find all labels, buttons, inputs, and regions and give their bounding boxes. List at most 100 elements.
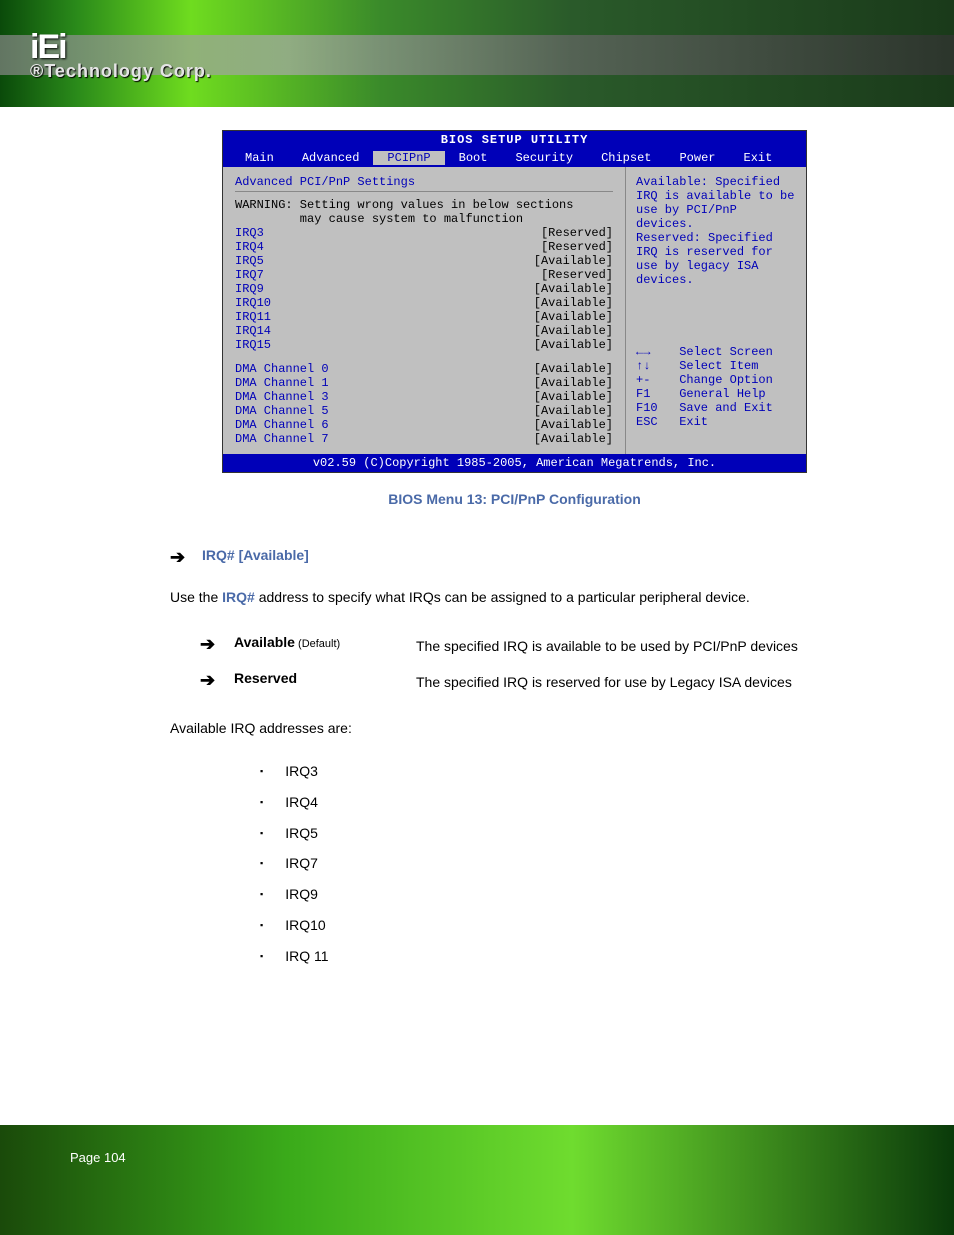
bios-setting-row[interactable]: DMA Channel 6 [Available] — [235, 418, 613, 432]
page-number: Page 104 — [70, 1150, 126, 1165]
bios-menu-item[interactable]: Advanced — [288, 151, 374, 165]
bios-footer: v02.59 (C)Copyright 1985-2005, American … — [223, 454, 806, 472]
section-heading-row: ➔ IRQ# [Available] — [170, 547, 859, 569]
bios-menu-item[interactable]: Power — [665, 151, 729, 165]
bios-body: Advanced PCI/PnP Settings WARNING: Setti… — [223, 167, 806, 454]
bios-setting-row[interactable]: DMA Channel 0 [Available] — [235, 362, 613, 376]
bios-key-hint: ↑↓ Select Item — [636, 359, 796, 373]
bios-key-hint: +- Change Option — [636, 373, 796, 387]
bios-setting-key: IRQ10 — [235, 296, 271, 310]
bios-setting-value: [Available] — [534, 432, 613, 446]
option-keyword: Available — [234, 634, 295, 650]
bios-setting-key: IRQ14 — [235, 324, 271, 338]
bios-setting-value: [Reserved] — [541, 226, 613, 240]
brand-tagline: ®Technology Corp. — [30, 61, 212, 82]
bios-setting-key: IRQ7 — [235, 268, 264, 282]
bios-setting-row[interactable]: IRQ3 [Reserved] — [235, 226, 613, 240]
bios-irq-rows: IRQ3 [Reserved] IRQ4 [Reserved] IRQ5 [Availab… — [235, 226, 613, 352]
irq-list-item: IRQ7 — [260, 848, 859, 879]
bios-setting-key: DMA Channel 6 — [235, 418, 329, 432]
irq-list-item: IRQ9 — [260, 879, 859, 910]
section-heading: IRQ# [Available] — [202, 547, 309, 563]
options-block: ➔ Available (Default) The specified IRQ is… — [200, 632, 859, 696]
body-text-pre: Use the — [170, 589, 222, 605]
bios-setting-key: IRQ11 — [235, 310, 271, 324]
body-text-post: address to specify what IRQs can be assi… — [255, 589, 750, 605]
bios-setting-row[interactable]: IRQ9[Available] — [235, 282, 613, 296]
bios-right-pane: Available: Specified IRQ is available to… — [626, 167, 806, 454]
bios-setting-row[interactable]: DMA Channel 3 [Available] — [235, 390, 613, 404]
arrow-right-icon: ➔ — [200, 634, 222, 656]
bios-setting-row[interactable]: IRQ11 [Available] — [235, 310, 613, 324]
irq-keyword: IRQ# — [222, 589, 255, 605]
irq-bullet-list: IRQ3IRQ4IRQ5IRQ7IRQ9IRQ10IRQ 11 — [260, 756, 859, 972]
bios-setting-row[interactable]: IRQ4 [Reserved] — [235, 240, 613, 254]
bios-setting-row[interactable]: IRQ10 [Available] — [235, 296, 613, 310]
bios-setting-row[interactable]: IRQ7 [Reserved] — [235, 268, 613, 282]
bios-menu-item[interactable]: Exit — [730, 151, 787, 165]
irq-list-item: IRQ10 — [260, 910, 859, 941]
footer-banner — [0, 1125, 954, 1235]
figure-caption: BIOS Menu 13: PCI/PnP Configuration — [170, 491, 859, 507]
bios-menu-item[interactable]: Chipset — [587, 151, 665, 165]
option-description: The specified IRQ is reserved for use by… — [416, 668, 859, 696]
bios-setting-value: [Available] — [534, 310, 613, 324]
bios-setting-value: [Available] — [534, 390, 613, 404]
bios-key-hint: ←→ Select Screen — [636, 345, 796, 359]
bios-setting-row[interactable]: IRQ14[Available] — [235, 324, 613, 338]
option-default-tag: (Default) — [295, 638, 340, 650]
bios-setting-key: DMA Channel 7 — [235, 432, 329, 446]
bios-screenshot: BIOS SETUP UTILITY MainAdvancedPCIPnPBoo… — [222, 130, 807, 473]
bios-spacer — [235, 352, 613, 362]
bios-setting-value: [Available] — [534, 338, 613, 352]
irq-list-item: IRQ 11 — [260, 941, 859, 972]
brand-block: iEi ®Technology Corp. — [30, 28, 212, 82]
irq-list-item: IRQ4 — [260, 787, 859, 818]
bios-setting-value: [Reserved] — [541, 240, 613, 254]
bios-setting-row[interactable]: DMA Channel 5[Available] — [235, 404, 613, 418]
bios-setting-value: [Reserved] — [541, 268, 613, 282]
bios-setting-row[interactable]: DMA Channel 7 [Available] — [235, 432, 613, 446]
bios-setting-value: [Available] — [534, 362, 613, 376]
option-row: ➔ Reserved The specified IRQ is reserved f… — [200, 668, 859, 696]
bios-title: BIOS SETUP UTILITY — [223, 131, 806, 149]
bios-divider — [235, 191, 613, 192]
option-row: ➔ Available (Default) The specified IRQ is… — [200, 632, 859, 660]
irq-list-item: IRQ3 — [260, 756, 859, 787]
bios-setting-key: IRQ3 — [235, 226, 264, 240]
brand-reg: ® — [30, 61, 44, 81]
bios-setting-key: IRQ5 — [235, 254, 264, 268]
bios-key-hint: F1 General Help — [636, 387, 796, 401]
bios-setting-value: [Available] — [534, 296, 613, 310]
option-keyword: Reserved — [234, 670, 297, 686]
bios-setting-key: DMA Channel 0 — [235, 362, 329, 376]
option-description: The specified IRQ is available to be use… — [416, 632, 859, 660]
bios-key-legend: ←→ Select Screen↑↓ Select Item+- Change … — [636, 345, 796, 429]
bios-warning-2: may cause system to malfunction — [235, 212, 613, 226]
bios-setting-value: [Available] — [534, 418, 613, 432]
bios-section-title: Advanced PCI/PnP Settings — [235, 175, 613, 189]
bios-setting-key: IRQ15 — [235, 338, 271, 352]
bios-menu-item[interactable]: PCIPnP — [373, 151, 444, 165]
bios-setting-key: DMA Channel 1 — [235, 376, 329, 390]
bios-setting-key: IRQ4 — [235, 240, 264, 254]
bios-left-pane: Advanced PCI/PnP Settings WARNING: Setti… — [223, 167, 626, 454]
bios-setting-value: [Available] — [534, 254, 613, 268]
brand-tagline-text: Technology Corp. — [44, 61, 212, 81]
bios-setting-value: [Available] — [534, 376, 613, 390]
bios-setting-row[interactable]: IRQ15 [Available] — [235, 338, 613, 352]
bios-setting-key: IRQ9 — [235, 282, 264, 296]
bios-setting-row[interactable]: DMA Channel 1 [Available] — [235, 376, 613, 390]
arrow-right-icon: ➔ — [170, 547, 192, 569]
bios-key-hint: ESC Exit — [636, 415, 796, 429]
bios-menu-item[interactable]: Security — [501, 151, 587, 165]
bios-warning-1: WARNING: Setting wrong values in below s… — [235, 198, 613, 212]
arrow-right-icon: ➔ — [200, 670, 222, 692]
bios-setting-row[interactable]: IRQ5 [Available] — [235, 254, 613, 268]
bios-setting-key: DMA Channel 3 — [235, 390, 329, 404]
bios-menu-item[interactable]: Boot — [445, 151, 502, 165]
bios-menu-item[interactable]: Main — [231, 151, 288, 165]
bios-key-hint: F10 Save and Exit — [636, 401, 796, 415]
option-label: Reserved — [234, 668, 404, 686]
irq-list-item: IRQ5 — [260, 818, 859, 849]
